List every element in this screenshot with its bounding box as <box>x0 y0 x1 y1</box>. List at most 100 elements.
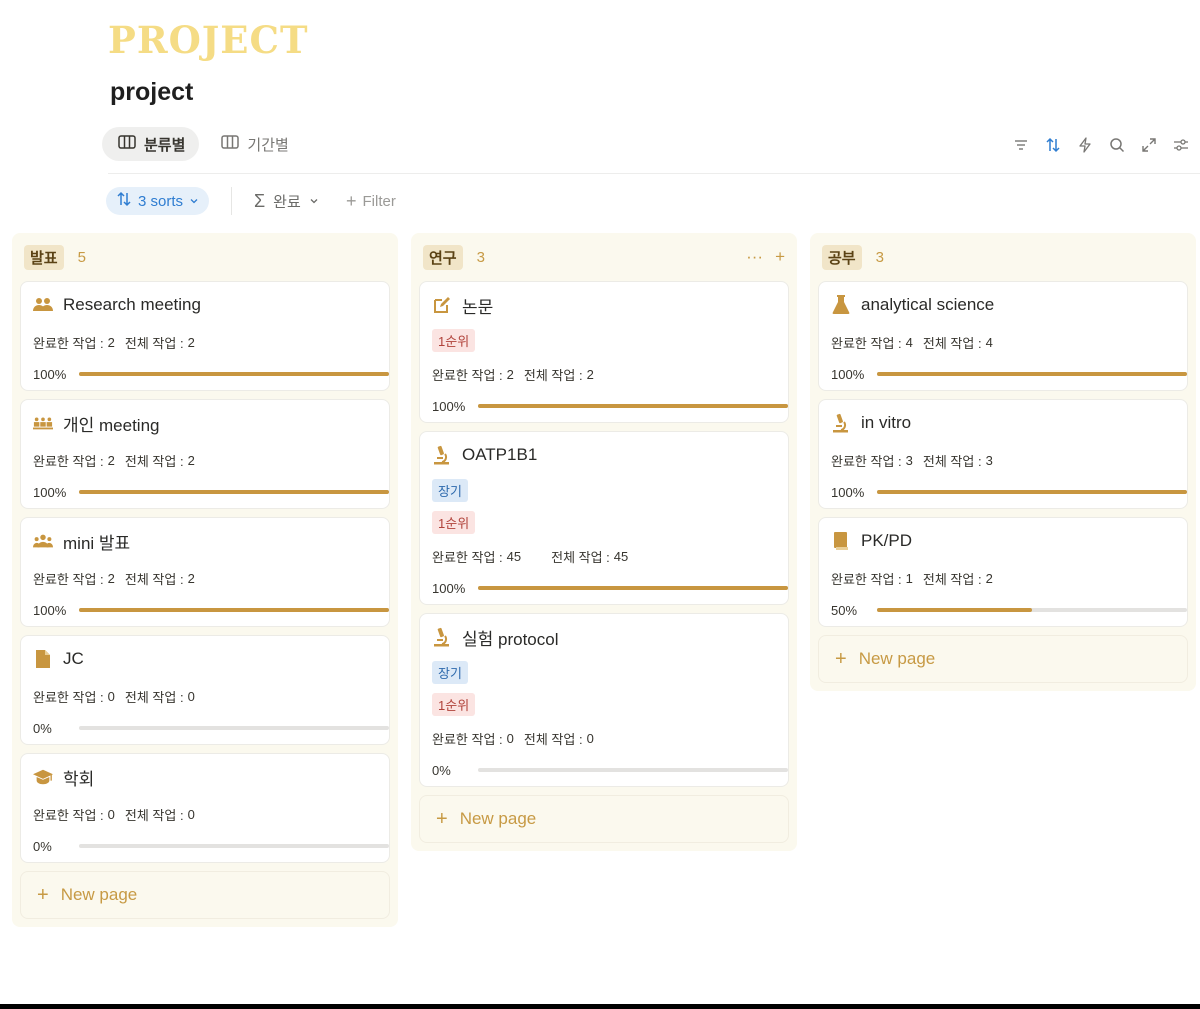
board-card[interactable]: analytical science 완료한 작업 :4 전체 작업 :4 100% <box>818 281 1188 391</box>
priority-tag: 1순위 <box>432 692 476 716</box>
new-page-button[interactable]: + New page <box>818 635 1188 683</box>
board-card[interactable]: 학회 완료한 작업 :0 전체 작업 :0 0% <box>20 753 390 863</box>
new-page-label: New page <box>60 885 138 904</box>
done-label: 완료한 작업 : <box>33 807 104 823</box>
microscope-icon <box>432 627 452 647</box>
progress-fill <box>79 608 389 612</box>
edit-icon <box>432 295 452 315</box>
column-header: 연구 3 ··· + <box>419 233 789 281</box>
progress-fill <box>877 490 1187 494</box>
done-label: 완료한 작업 : <box>831 335 902 351</box>
filter-icon[interactable] <box>1012 134 1030 156</box>
search-icon[interactable] <box>1108 134 1126 156</box>
people-icon <box>33 295 53 315</box>
divider <box>231 187 232 215</box>
new-page-button[interactable]: + New page <box>419 795 789 843</box>
total-label: 전체 작업 : <box>922 335 982 351</box>
done-count: 45 <box>506 548 522 564</box>
priority-tag: 장기 <box>432 660 468 684</box>
chevron-down-icon <box>309 193 319 210</box>
progress-row: 100% <box>432 390 788 422</box>
task-stats: 완료한 작업 :2 전체 작업 :2 <box>432 358 788 390</box>
done-label: 완료한 작업 : <box>432 731 503 747</box>
done-label: 완료한 작업 : <box>33 689 104 705</box>
board-card[interactable]: 논문 1순위 완료한 작업 :2 전체 작업 :2 100% <box>419 281 789 423</box>
total-label: 전체 작업 : <box>124 453 184 469</box>
view-tabs: 분류별 기간별 <box>102 127 303 161</box>
board-card[interactable]: 실험 protocol 장기 1순위 완료한 작업 :0 전체 작업 :0 0% <box>419 613 789 787</box>
card-title: analytical science <box>831 282 1187 326</box>
task-stats: 완료한 작업 :4 전체 작업 :4 <box>831 326 1187 358</box>
progress-percent: 100% <box>33 484 67 500</box>
progress-row: 0% <box>33 830 389 862</box>
lightning-icon[interactable] <box>1076 134 1094 156</box>
card-title-text: PK/PD <box>861 531 913 550</box>
board-card[interactable]: in vitro 완료한 작업 :3 전체 작업 :3 100% <box>818 399 1188 509</box>
total-label: 전체 작업 : <box>523 731 583 747</box>
progress-fill <box>79 372 389 376</box>
card-title: Research meeting <box>33 282 389 326</box>
progress-fill <box>79 490 389 494</box>
page-title: project <box>110 78 194 106</box>
tag-row: 1순위 <box>432 326 788 358</box>
progress-row: 100% <box>33 358 389 390</box>
progress-fill <box>877 608 1032 612</box>
new-page-button[interactable]: + New page <box>20 871 390 919</box>
progress-bar <box>79 372 389 376</box>
card-title-text: 학회 <box>63 769 95 789</box>
card-title-text: Research meeting <box>63 295 201 314</box>
group-label[interactable]: 공부 <box>822 244 862 270</box>
progress-bar <box>877 372 1187 376</box>
tag-row: 1순위 <box>432 690 788 722</box>
graduation-cap-icon <box>33 767 53 787</box>
expand-icon[interactable] <box>1140 134 1158 156</box>
board-card[interactable]: Research meeting 완료한 작업 :2 전체 작업 :2 100% <box>20 281 390 391</box>
more-icon[interactable]: ··· <box>746 247 763 267</box>
board-card[interactable]: 개인 meeting 완료한 작업 :2 전체 작업 :2 100% <box>20 399 390 509</box>
plus-icon[interactable]: + <box>775 247 785 267</box>
new-page-label: New page <box>459 809 537 828</box>
progress-row: 100% <box>831 476 1187 508</box>
group-label[interactable]: 연구 <box>423 244 463 270</box>
tab-label: 기간별 <box>247 136 289 154</box>
board-card[interactable]: OATP1B1 장기 1순위 완료한 작업 :45 전체 작업 :45 100% <box>419 431 789 605</box>
total-count: 0 <box>586 730 594 746</box>
bottom-edge <box>0 1004 1200 1009</box>
priority-tag: 1순위 <box>432 328 476 352</box>
task-stats: 완료한 작업 :0 전체 작업 :0 <box>432 722 788 754</box>
card-title: PK/PD <box>831 518 1187 562</box>
sort-icon[interactable] <box>1044 134 1062 156</box>
board-card[interactable]: mini 발표 완료한 작업 :2 전체 작업 :2 100% <box>20 517 390 627</box>
total-count: 3 <box>985 452 993 468</box>
total-count: 2 <box>187 570 195 586</box>
total-label: 전체 작업 : <box>523 367 583 383</box>
tab-by-period[interactable]: 기간별 <box>205 127 302 161</box>
task-stats: 완료한 작업 :2 전체 작업 :2 <box>33 562 389 594</box>
tab-by-category[interactable]: 분류별 <box>102 127 200 161</box>
card-title-text: analytical science <box>861 295 995 314</box>
aggregate-button[interactable]: Σ 완료 <box>254 187 319 215</box>
board-card[interactable]: PK/PD 완료한 작업 :1 전체 작업 :2 50% <box>818 517 1188 627</box>
sorts-button[interactable]: 3 sorts <box>106 187 210 215</box>
task-stats: 완료한 작업 :45 전체 작업 :45 <box>432 540 788 572</box>
card-title-text: OATP1B1 <box>462 445 538 464</box>
divider <box>108 173 1200 174</box>
board-card[interactable]: JC 완료한 작업 :0 전체 작업 :0 0% <box>20 635 390 745</box>
progress-fill <box>877 372 1187 376</box>
progress-bar <box>79 490 389 494</box>
progress-percent: 100% <box>33 366 67 382</box>
done-count: 2 <box>107 452 115 468</box>
card-title-text: in vitro <box>861 413 912 432</box>
card-title-text: 논문 <box>462 297 494 317</box>
done-count: 0 <box>107 806 115 822</box>
filter-button[interactable]: + Filter <box>346 187 396 215</box>
group-count: 3 <box>875 248 884 266</box>
done-count: 2 <box>506 366 514 382</box>
page-banner: PROJECT <box>108 18 309 62</box>
total-count: 2 <box>187 334 195 350</box>
group-label[interactable]: 발표 <box>24 244 64 270</box>
total-count: 2 <box>985 570 993 586</box>
card-title: JC <box>33 636 389 680</box>
progress-fill <box>478 586 788 590</box>
settings-icon[interactable] <box>1172 134 1190 156</box>
